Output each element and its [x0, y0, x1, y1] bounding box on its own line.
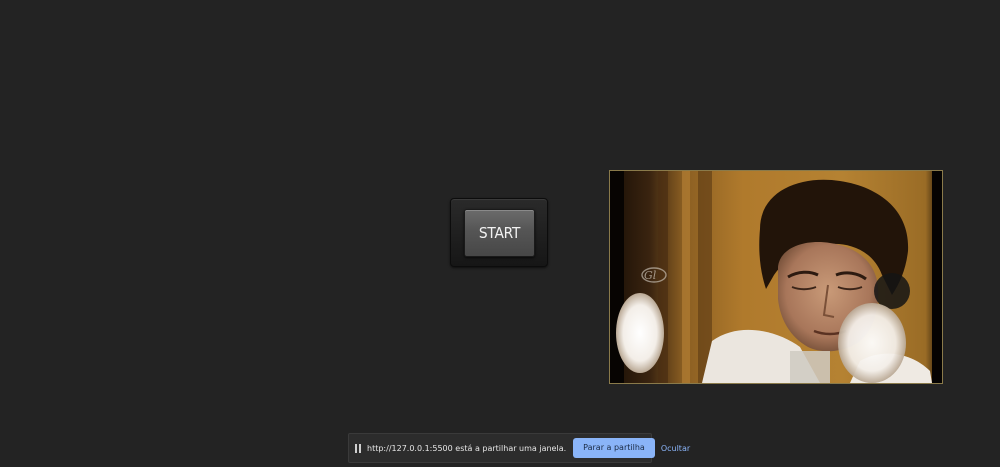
hide-link[interactable]: Ocultar	[661, 444, 690, 453]
video-preview[interactable]: Gl	[609, 170, 943, 384]
start-button-frame: START	[450, 198, 548, 267]
screen-share-bar: http://127.0.0.1:5500 está a partilhar u…	[348, 433, 690, 463]
stop-sharing-button[interactable]: Parar a partilha	[573, 438, 655, 458]
video-frame-image: Gl	[610, 171, 942, 383]
pause-icon[interactable]	[355, 443, 361, 453]
start-button[interactable]: START	[464, 209, 535, 257]
svg-text:Gl: Gl	[644, 269, 657, 282]
share-status-text: http://127.0.0.1:5500 está a partilhar u…	[367, 443, 567, 453]
page: START Gl http://127.0.0.1:5500 está a pa…	[0, 0, 1000, 467]
